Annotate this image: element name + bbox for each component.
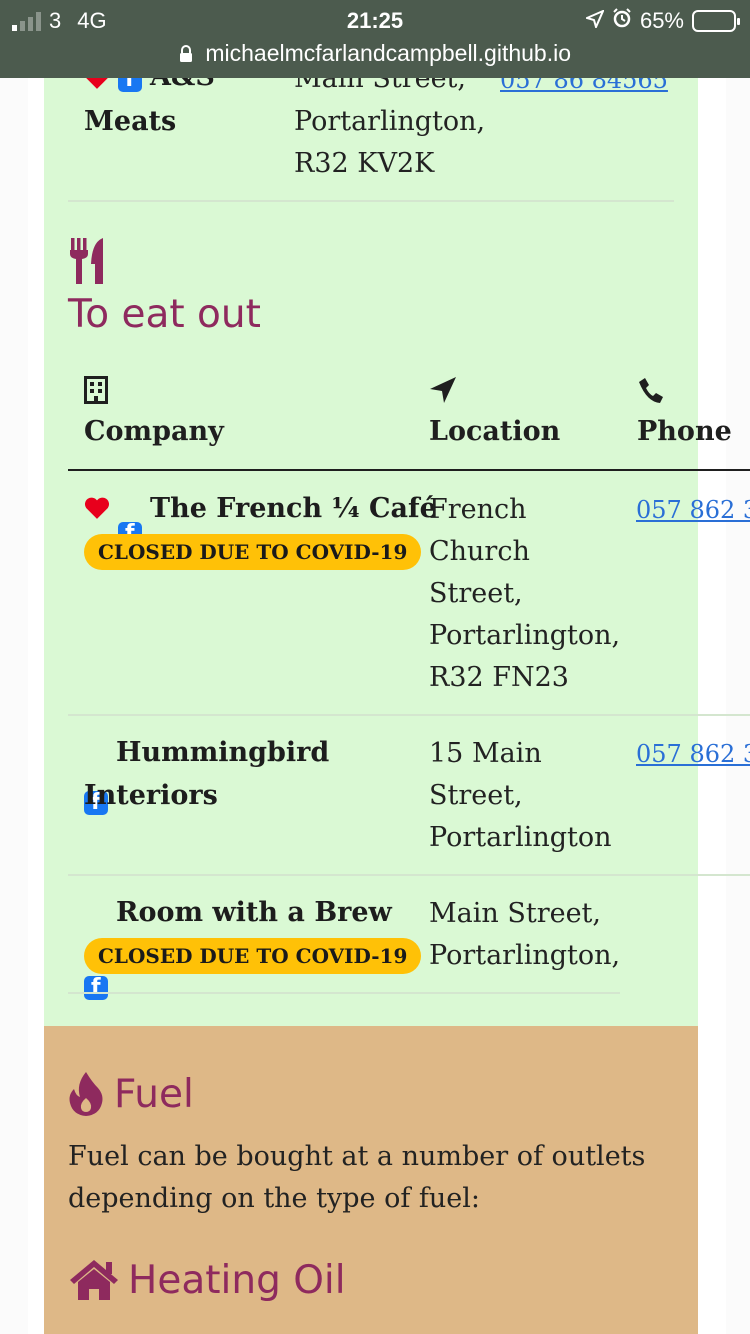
location-line: Portarlington, [429,620,621,651]
phone-link[interactable]: 057 862 3 [636,740,750,768]
location-line: Main Street, [429,898,601,929]
section-title: To eat out [68,292,261,337]
column-header-company[interactable]: Company [84,416,224,447]
company-name-line2: Meats [84,106,177,137]
company-name-line2: Interiors [84,780,218,811]
home-icon [68,1258,120,1304]
heart-icon[interactable] [84,496,110,524]
fuel-paragraph-line: Fuel can be bought at a number of outlet… [68,1141,646,1172]
row-divider [68,200,674,202]
company-name: The French ¼ Café [150,493,437,524]
location-line: R32 FN23 [429,662,569,693]
row-divider [68,992,620,994]
location-services-icon [584,8,605,34]
phone-icon [637,376,665,408]
column-header-phone[interactable]: Phone [637,416,732,447]
company-name-line1: Hummingbird [116,737,330,768]
location-line: French [429,494,527,525]
battery-percent: 65% [639,8,684,33]
table-header-divider [68,469,750,471]
lock-icon [179,42,193,69]
location-line: Portarlington [429,822,612,853]
fork-knife-icon [68,238,106,288]
phone-link[interactable]: 057 862 3 [636,496,750,524]
url-text[interactable]: michaelmcfarlandcampbell.github.io [205,40,571,66]
flame-icon [68,1072,104,1120]
location-line: R32 KV2K [294,148,435,179]
location-line: Street, [429,780,523,811]
location-line: Portarlington, [294,106,486,137]
alarm-icon [612,8,632,34]
status-bar: 3 4G 21:25 65% michaelmcfarlandcampbell.… [0,0,750,78]
closed-covid-badge: CLOSED DUE TO COVID-19 [84,534,422,570]
location-arrow-icon [429,376,457,408]
fuel-paragraph-line: depending on the type of fuel: [68,1183,480,1214]
row-divider [68,874,750,876]
location-line: Portarlington, [429,940,621,971]
battery-icon [692,10,740,32]
address-bar[interactable]: michaelmcfarlandcampbell.github.io [0,40,750,69]
facebook-icon[interactable] [84,975,108,1000]
row-divider [68,714,750,716]
building-icon [84,376,108,408]
location-line: Street, [429,578,523,609]
column-header-location[interactable]: Location [429,416,560,447]
heating-oil-title: Heating Oil [128,1258,346,1303]
fuel-title: Fuel [114,1072,194,1117]
location-line: 15 Main [429,738,542,769]
location-line: Church [429,536,530,567]
company-name: Room with a Brew [116,897,392,928]
closed-covid-badge: CLOSED DUE TO COVID-19 [84,938,422,974]
